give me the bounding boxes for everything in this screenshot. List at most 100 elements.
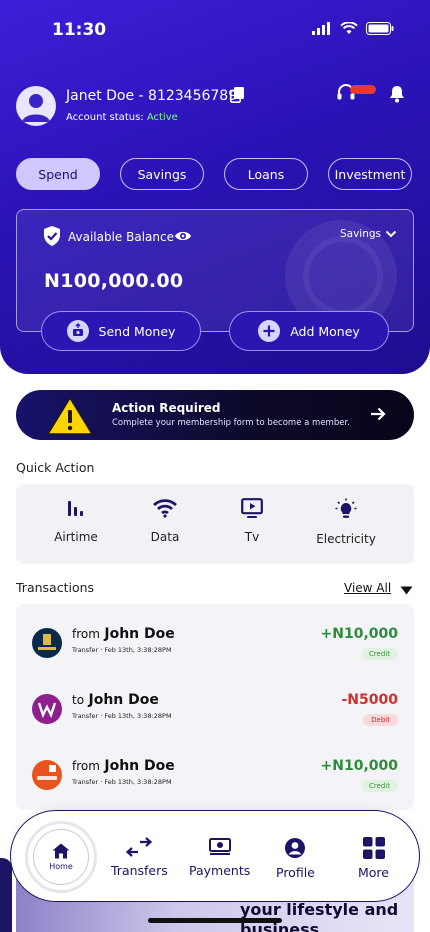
- quick-action-tv[interactable]: Tv: [212, 498, 292, 544]
- chevron-down-icon: [385, 230, 397, 238]
- tab-loans[interactable]: Loans: [224, 158, 308, 190]
- notification-live-badge: [350, 85, 376, 94]
- quick-action-electricity[interactable]: Electricity: [306, 498, 386, 546]
- arrow-right-icon[interactable]: [370, 407, 386, 421]
- home-icon: [52, 843, 70, 859]
- copy-icon[interactable]: [230, 87, 244, 103]
- tab-savings[interactable]: Savings: [120, 158, 204, 190]
- promo-text: your lifestyle and business: [240, 900, 398, 932]
- transaction-row[interactable]: from John Doe Transfer · Feb 13th, 3:38:…: [32, 622, 398, 662]
- cellular-signal-icon: [312, 22, 330, 35]
- transaction-type-badge: Credit: [360, 648, 398, 660]
- transaction-meta: Transfer · Feb 13th, 3:38:28PM: [72, 646, 172, 654]
- user-name: Janet Doe - 8123456789: [66, 88, 238, 104]
- transaction-party: John Doe: [104, 758, 175, 774]
- home-indicator: [148, 918, 282, 923]
- grid-icon: [362, 837, 385, 859]
- account-status: Account status: Active: [66, 112, 178, 123]
- firstbank-logo: [32, 628, 62, 658]
- transaction-row[interactable]: to John Doe Transfer · Feb 13th, 3:38:28…: [32, 688, 398, 728]
- status-icons: [312, 22, 394, 35]
- bank-logo-icon: [37, 702, 57, 719]
- bell-icon[interactable]: [388, 85, 406, 103]
- avatar[interactable]: [16, 86, 56, 126]
- transaction-type-badge: Credit: [360, 780, 398, 792]
- nav-more[interactable]: More: [358, 837, 389, 880]
- account-status-label: Account status:: [66, 112, 144, 123]
- account-status-value: Active: [146, 112, 178, 123]
- promo-edge: [0, 858, 12, 932]
- transaction-meta: Transfer · Feb 13th, 3:38:28PM: [72, 778, 172, 786]
- balance-amount: N100,000.00: [44, 270, 184, 292]
- tab-spend[interactable]: Spend: [16, 158, 100, 190]
- tv-label: Tv: [244, 530, 260, 544]
- transaction-row[interactable]: from John Doe Transfer · Feb 13th, 3:38:…: [32, 754, 398, 794]
- add-money-label: Add Money: [290, 323, 360, 339]
- wifi-icon: [153, 499, 177, 518]
- transaction-type-badge: Debit: [363, 714, 398, 726]
- tab-investment[interactable]: Investment: [328, 158, 412, 190]
- quick-action-title: Quick Action: [16, 460, 95, 475]
- banner-subtitle: Complete your membership form to become …: [112, 418, 350, 428]
- airtime-label: Airtime: [54, 530, 98, 544]
- send-money-icon: [66, 320, 89, 342]
- transaction-amount: -N5000: [341, 692, 399, 708]
- nav-transfers-label: Transfers: [111, 863, 168, 878]
- transaction-title: from John Doe: [72, 758, 175, 774]
- view-all-link[interactable]: View All: [344, 581, 391, 595]
- eye-icon[interactable]: [174, 229, 192, 243]
- signal-bars-icon: [68, 501, 83, 516]
- wema-logo: [32, 694, 62, 724]
- transaction-direction: from: [72, 759, 100, 773]
- promo-text-line1: your lifestyle and: [240, 900, 399, 919]
- header-panel: 11:30 Janet Doe - 8123456789 Account sta…: [0, 0, 430, 374]
- nav-transfers[interactable]: Transfers: [111, 837, 168, 878]
- nav-home[interactable]: Home: [25, 821, 97, 893]
- transactions-panel: from John Doe Transfer · Feb 13th, 3:38:…: [16, 604, 414, 810]
- electricity-label: Electricity: [316, 532, 376, 546]
- bulb-icon: [335, 498, 357, 518]
- add-money-button[interactable]: Add Money: [229, 311, 389, 351]
- caret-down-icon[interactable]: [400, 586, 413, 595]
- transaction-amount: +N10,000: [320, 626, 398, 642]
- bank-logo-icon: [37, 765, 57, 780]
- transaction-party: John Doe: [104, 626, 175, 642]
- action-required-banner[interactable]: Action Required Complete your membership…: [16, 390, 414, 440]
- nav-payments[interactable]: Payments: [189, 837, 250, 878]
- wifi-status-icon: [340, 22, 358, 34]
- profile-icon: [285, 838, 306, 858]
- status-time: 11:30: [52, 20, 107, 40]
- transaction-direction: from: [72, 627, 100, 641]
- payments-icon: [208, 838, 231, 855]
- bank-logo-icon: [38, 634, 56, 650]
- quick-action-airtime[interactable]: Airtime: [36, 498, 116, 544]
- bottom-nav: Home Transfers Payments Profile More: [10, 810, 420, 902]
- transaction-amount: +N10,000: [320, 758, 398, 774]
- account-select[interactable]: Savings: [340, 228, 397, 240]
- plus-circle-icon: [258, 320, 281, 342]
- transaction-direction: to: [72, 693, 85, 707]
- transfer-arrows-icon: [126, 837, 153, 857]
- nav-profile-label: Profile: [276, 865, 315, 880]
- nav-more-label: More: [358, 865, 389, 880]
- account-select-value: Savings: [339, 228, 381, 240]
- data-label: Data: [150, 530, 180, 544]
- nav-home-inner: Home: [33, 829, 89, 885]
- nav-home-label: Home: [49, 862, 73, 871]
- shield-check-icon: [44, 226, 60, 246]
- nav-profile[interactable]: Profile: [276, 837, 315, 880]
- transactions-title: Transactions: [16, 580, 95, 595]
- nav-payments-label: Payments: [189, 863, 251, 878]
- gtbank-logo: [32, 760, 62, 790]
- transaction-title: to John Doe: [72, 692, 159, 708]
- transaction-party: John Doe: [88, 692, 159, 708]
- send-money-label: Send Money: [98, 323, 176, 339]
- battery-icon: [366, 22, 394, 35]
- quick-action-data[interactable]: Data: [125, 498, 205, 544]
- warning-icon: [46, 396, 94, 435]
- send-money-button[interactable]: Send Money: [41, 311, 201, 351]
- quick-action-panel: Airtime Data Tv Electricity: [16, 484, 414, 564]
- user-avatar-icon: [22, 94, 50, 122]
- balance-label: Available Balance: [68, 230, 174, 244]
- card-decoration-ring: [303, 236, 383, 316]
